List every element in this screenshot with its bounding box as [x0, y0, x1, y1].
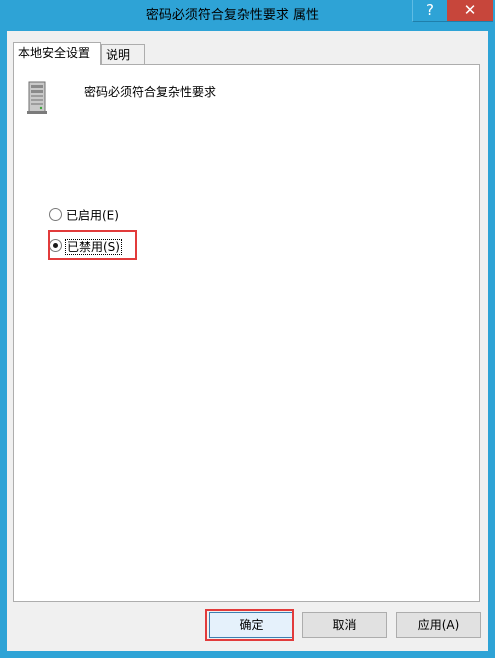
apply-button[interactable]: 应用(A)	[396, 612, 481, 638]
radio-disabled-label[interactable]: 已禁用(S)	[65, 238, 122, 255]
tab-panel: 密码必须符合复杂性要求 已启用(E) 已禁用(S)	[13, 64, 480, 602]
tab-explain[interactable]: 说明	[101, 44, 145, 64]
radio-enabled-circle[interactable]	[49, 208, 62, 221]
title-bar: 密码必须符合复杂性要求 属性 ? ✕	[0, 0, 495, 31]
window-title: 密码必须符合复杂性要求 属性	[145, 8, 320, 23]
radio-enabled-label[interactable]: 已启用(E)	[66, 209, 119, 223]
radio-disabled-circle[interactable]	[49, 239, 62, 252]
tab-local-security-setting[interactable]: 本地安全设置	[13, 42, 101, 65]
dialog-client-area: 本地安全设置 说明 密码必须符合复杂性要求 已启用(E) 已禁用(S) 确定 取…	[7, 31, 488, 651]
cancel-button[interactable]: 取消	[302, 612, 387, 638]
properties-dialog: 密码必须符合复杂性要求 属性 ? ✕ 本地安全设置 说明 密码必须符合复杂性要求…	[0, 0, 495, 658]
close-button[interactable]: ✕	[447, 0, 493, 22]
help-button[interactable]: ?	[412, 0, 447, 22]
server-icon	[27, 81, 47, 114]
ok-button[interactable]: 确定	[209, 612, 294, 638]
policy-name: 密码必须符合复杂性要求	[84, 85, 217, 99]
radio-disabled[interactable]: 已禁用(S)	[49, 237, 122, 255]
radio-enabled[interactable]: 已启用(E)	[49, 206, 119, 224]
